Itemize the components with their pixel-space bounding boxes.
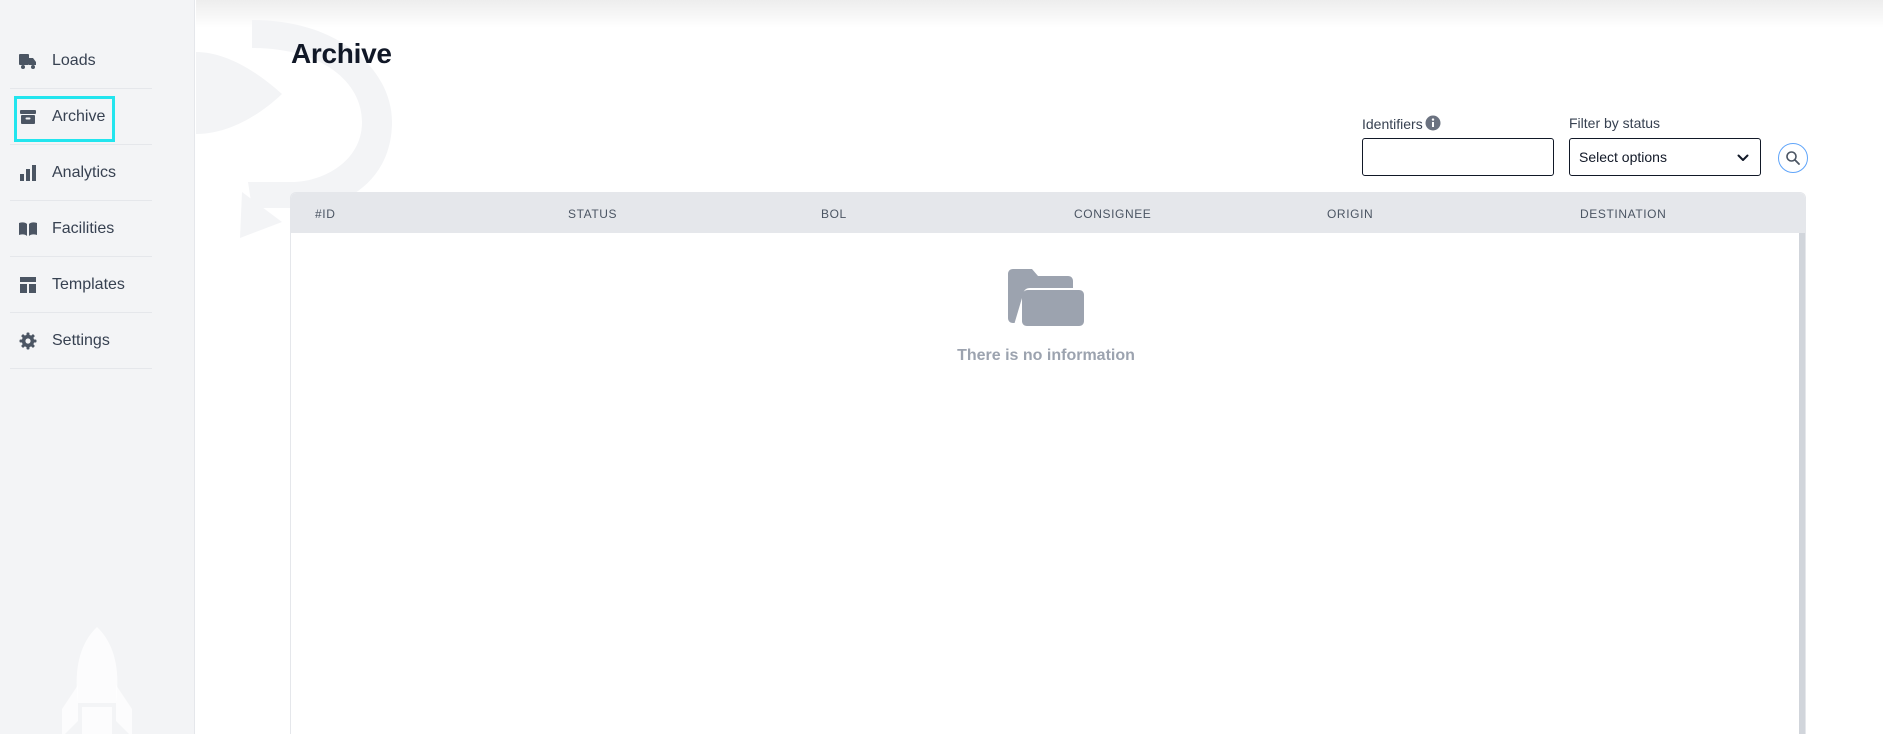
column-header-origin[interactable]: ORIGIN: [1327, 207, 1373, 221]
sidebar-item-settings[interactable]: Settings: [10, 313, 152, 369]
rocket-watermark-icon: [58, 625, 136, 734]
sidebar-item-label: Settings: [52, 331, 110, 349]
identifiers-label: Identifiers: [1362, 116, 1423, 132]
identifiers-input[interactable]: [1362, 138, 1554, 176]
sidebar-item-archive[interactable]: Archive: [10, 89, 152, 145]
column-header-id[interactable]: #ID: [315, 207, 335, 221]
sidebar-item-label: Facilities: [52, 219, 115, 237]
sidebar-nav: Loads Archive Analytics Facilities Templ…: [10, 33, 152, 369]
sidebar-item-label: Archive: [52, 107, 106, 125]
top-bar-shadow: [196, 0, 1883, 28]
app-root: Loads Archive Analytics Facilities Templ…: [0, 0, 1883, 734]
column-header-status[interactable]: STATUS: [568, 207, 617, 221]
page-title: Archive: [291, 38, 392, 69]
status-filter-label: Filter by status: [1569, 115, 1661, 131]
bar-chart-icon: [18, 163, 38, 183]
sidebar-item-label: Analytics: [52, 163, 117, 181]
sidebar-item-loads[interactable]: Loads: [10, 33, 152, 89]
table-header: #ID STATUS BOL CONSIGNEE ORIGIN DESTINAT…: [291, 193, 1805, 233]
status-select-value: Select options: [1579, 149, 1667, 165]
book-open-icon: [18, 219, 38, 239]
info-icon[interactable]: [1425, 115, 1441, 131]
sidebar-item-label: Templates: [52, 275, 125, 293]
table-scrollbar[interactable]: [1799, 233, 1805, 734]
truck-icon: [18, 51, 38, 71]
search-button[interactable]: [1778, 143, 1808, 173]
gear-icon: [18, 331, 38, 351]
archive-table: #ID STATUS BOL CONSIGNEE ORIGIN DESTINAT…: [290, 192, 1806, 734]
archive-box-icon: [18, 107, 38, 127]
main-content: Archive Identifiers Filter by status Sel…: [196, 0, 1883, 734]
folder-icon: [1006, 268, 1086, 333]
column-header-consignee[interactable]: CONSIGNEE: [1074, 207, 1151, 221]
template-icon: [18, 275, 38, 295]
sidebar-item-templates[interactable]: Templates: [10, 257, 152, 313]
sidebar: Loads Archive Analytics Facilities Templ…: [0, 0, 195, 734]
chevron-down-icon: [1736, 151, 1750, 170]
column-header-bol[interactable]: BOL: [821, 207, 847, 221]
empty-state: There is no information: [291, 268, 1801, 365]
empty-state-message: There is no information: [957, 347, 1135, 364]
sidebar-item-label: Loads: [52, 51, 96, 69]
column-header-destination[interactable]: DESTINATION: [1580, 207, 1666, 221]
status-select[interactable]: Select options: [1569, 138, 1761, 176]
sidebar-item-facilities[interactable]: Facilities: [10, 201, 152, 257]
search-icon: [1785, 150, 1801, 166]
sidebar-item-analytics[interactable]: Analytics: [10, 145, 152, 201]
